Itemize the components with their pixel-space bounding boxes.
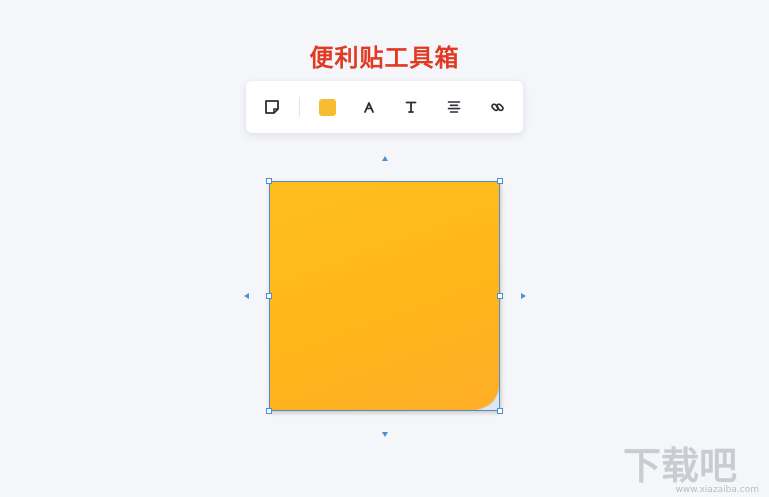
resize-handle-left[interactable] [266,293,272,299]
link-tool-button[interactable] [485,95,509,119]
font-tool-button[interactable] [357,95,381,119]
extend-up-arrow[interactable] [380,153,390,163]
triangle-down-icon [382,431,388,437]
font-a-icon [364,102,374,113]
link-icon [490,102,504,111]
resize-handle-top-right[interactable] [497,178,503,184]
triangle-left-icon [243,293,249,299]
triangle-up-icon [382,155,388,161]
resize-handle-bottom-right[interactable] [497,408,503,414]
sticky-shape-icon [265,100,279,114]
resize-handle-bottom-left[interactable] [266,408,272,414]
watermark-text: 下载吧 [623,444,737,488]
color-swatch-icon [318,98,336,116]
page-title: 便利贴工具箱 [309,44,460,72]
text-tool-button[interactable] [399,95,423,119]
watermark-url: www.xiazaiba.com [675,485,759,495]
align-tool-button[interactable] [442,95,466,119]
color-tool-button[interactable] [315,95,339,119]
toolbar-divider [299,97,300,117]
shape-tool-button[interactable] [260,95,284,119]
sticky-note[interactable] [269,181,500,411]
extend-right-arrow[interactable] [518,291,528,301]
resize-handle-top-left[interactable] [266,178,272,184]
canvas[interactable]: 便利贴工具箱 下载吧 www.xiazaiba.com [0,0,769,497]
sticky-note-container [266,178,503,414]
note-toolbar [246,81,523,133]
extend-left-arrow[interactable] [241,291,251,301]
align-center-icon [447,101,461,113]
extend-down-arrow[interactable] [380,429,390,439]
triangle-right-icon [520,293,526,299]
resize-handle-right[interactable] [497,293,503,299]
page-curl-icon [473,385,500,411]
text-t-icon [405,101,417,113]
